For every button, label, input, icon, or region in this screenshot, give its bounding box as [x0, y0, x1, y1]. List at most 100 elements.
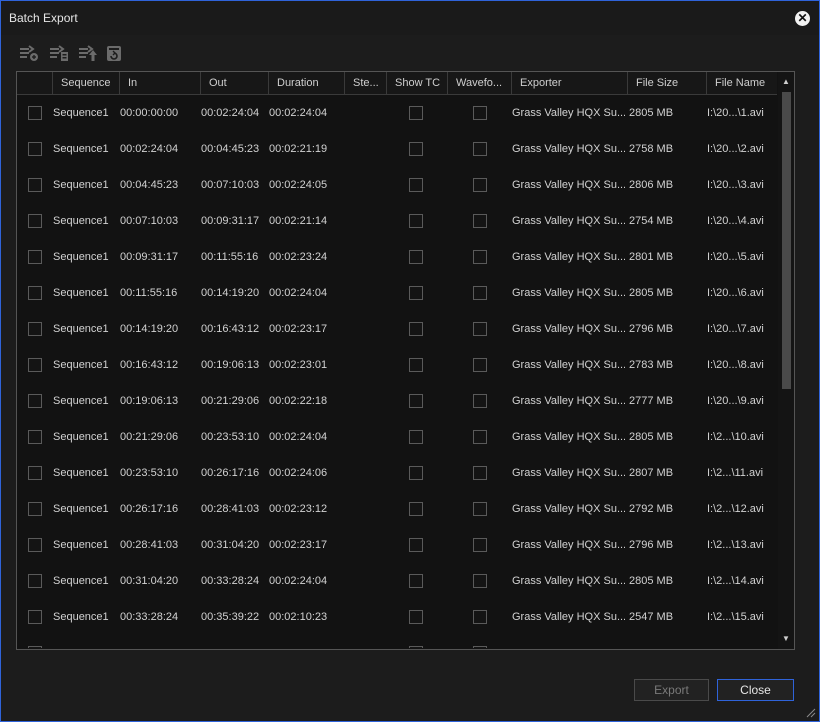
table-row[interactable] [17, 635, 777, 648]
row-select-checkbox[interactable] [28, 610, 42, 624]
row-select-checkbox[interactable] [28, 574, 42, 588]
scrollbar-thumb[interactable] [782, 92, 791, 389]
show-tc-checkbox[interactable] [409, 286, 423, 300]
table-row[interactable]: Sequence1 00:02:24:04 00:04:45:23 00:02:21:… [17, 131, 777, 167]
column-header[interactable]: File Size [627, 72, 706, 94]
out-cell: 00:04:45:23 [201, 143, 260, 155]
table-row[interactable]: Sequence1 00:23:53:10 00:26:17:16 00:02:24:… [17, 455, 777, 491]
row-select-checkbox[interactable] [28, 430, 42, 444]
row-select-checkbox[interactable] [28, 538, 42, 552]
row-select-checkbox[interactable] [28, 466, 42, 480]
show-tc-checkbox[interactable] [409, 646, 423, 648]
sequence-cell: Sequence1 [53, 143, 109, 155]
table-row[interactable]: Sequence1 00:07:10:03 00:09:31:17 00:02:21:… [17, 203, 777, 239]
export-queue-icon[interactable] [49, 44, 69, 62]
export-button[interactable]: Export [634, 679, 709, 701]
column-header[interactable]: Duration [268, 72, 344, 94]
table-row[interactable]: Sequence1 00:14:19:20 00:16:43:12 00:02:23:… [17, 311, 777, 347]
table-row[interactable]: Sequence1 00:26:17:16 00:28:41:03 00:02:23:… [17, 491, 777, 527]
table-row[interactable]: Sequence1 00:00:00:00 00:02:24:04 00:02:24:… [17, 95, 777, 131]
column-header[interactable]: Out [200, 72, 268, 94]
table-row[interactable]: Sequence1 00:33:28:24 00:35:39:22 00:02:10:… [17, 599, 777, 635]
row-select-checkbox[interactable] [28, 502, 42, 516]
waveform-checkbox[interactable] [473, 646, 487, 648]
row-select-checkbox[interactable] [28, 286, 42, 300]
table-row[interactable]: Sequence1 00:11:55:16 00:14:19:20 00:02:24:… [17, 275, 777, 311]
scroll-down-arrow-icon[interactable]: ▼ [778, 631, 794, 647]
waveform-checkbox[interactable] [473, 610, 487, 624]
show-tc-checkbox[interactable] [409, 106, 423, 120]
scroll-up-arrow-icon[interactable]: ▲ [778, 74, 794, 90]
waveform-checkbox[interactable] [473, 502, 487, 516]
close-icon[interactable]: ✕ [795, 11, 810, 26]
waveform-checkbox[interactable] [473, 358, 487, 372]
duration-cell: 00:02:24:05 [269, 179, 328, 191]
show-tc-checkbox[interactable] [409, 358, 423, 372]
batch-export-dialog: Batch Export ✕ Sequence In Out Duration … [0, 0, 820, 722]
file-name-cell: I:\20...\3.avi [707, 179, 764, 191]
resize-grip-icon[interactable] [804, 706, 816, 718]
row-select-checkbox[interactable] [28, 646, 42, 648]
row-select-checkbox[interactable] [28, 322, 42, 336]
clear-queue-icon[interactable] [105, 44, 125, 62]
row-select-checkbox[interactable] [28, 250, 42, 264]
show-tc-checkbox[interactable] [409, 466, 423, 480]
waveform-checkbox[interactable] [473, 214, 487, 228]
column-header[interactable]: In [119, 72, 200, 94]
duration-cell: 00:02:24:04 [269, 107, 328, 119]
table-row[interactable]: Sequence1 00:09:31:17 00:11:55:16 00:02:23:… [17, 239, 777, 275]
move-up-icon[interactable] [78, 44, 98, 62]
show-tc-checkbox[interactable] [409, 214, 423, 228]
row-select-checkbox[interactable] [28, 358, 42, 372]
show-tc-checkbox[interactable] [409, 610, 423, 624]
waveform-checkbox[interactable] [473, 250, 487, 264]
show-tc-checkbox[interactable] [409, 394, 423, 408]
in-cell: 00:31:04:20 [120, 575, 179, 587]
column-header[interactable]: Wavefo... [447, 72, 511, 94]
show-tc-checkbox[interactable] [409, 142, 423, 156]
duration-cell: 00:02:23:17 [269, 539, 328, 551]
row-select-checkbox[interactable] [28, 106, 42, 120]
add-queue-icon[interactable] [19, 44, 39, 62]
waveform-checkbox[interactable] [473, 286, 487, 300]
show-tc-checkbox[interactable] [409, 430, 423, 444]
show-tc-checkbox[interactable] [409, 178, 423, 192]
batch-queue-table: Sequence In Out Duration Ste... Show TC Wavefo… [16, 71, 795, 650]
table-row[interactable]: Sequence1 00:19:06:13 00:21:29:06 00:02:22:… [17, 383, 777, 419]
waveform-checkbox[interactable] [473, 538, 487, 552]
waveform-checkbox[interactable] [473, 178, 487, 192]
waveform-checkbox[interactable] [473, 394, 487, 408]
show-tc-checkbox[interactable] [409, 322, 423, 336]
waveform-checkbox[interactable] [473, 142, 487, 156]
vertical-scrollbar[interactable]: ▲ ▼ [778, 72, 794, 649]
column-header[interactable]: Exporter [511, 72, 627, 94]
show-tc-checkbox[interactable] [409, 250, 423, 264]
show-tc-checkbox[interactable] [409, 502, 423, 516]
show-tc-checkbox[interactable] [409, 538, 423, 552]
row-select-checkbox[interactable] [28, 142, 42, 156]
sequence-cell: Sequence1 [53, 611, 109, 623]
table-row[interactable]: Sequence1 00:28:41:03 00:31:04:20 00:02:23:… [17, 527, 777, 563]
show-tc-checkbox[interactable] [409, 574, 423, 588]
close-button[interactable]: Close [717, 679, 794, 701]
table-row[interactable]: Sequence1 00:21:29:06 00:23:53:10 00:02:24:… [17, 419, 777, 455]
table-row[interactable]: Sequence1 00:31:04:20 00:33:28:24 00:02:24:… [17, 563, 777, 599]
column-header[interactable]: Sequence [52, 72, 119, 94]
column-header[interactable]: File Name [706, 72, 777, 94]
waveform-checkbox[interactable] [473, 322, 487, 336]
file-name-cell: I:\2...\15.avi [707, 611, 764, 623]
waveform-checkbox[interactable] [473, 430, 487, 444]
waveform-checkbox[interactable] [473, 106, 487, 120]
file-name-cell: I:\2...\12.avi [707, 503, 764, 515]
row-select-checkbox[interactable] [28, 178, 42, 192]
row-select-checkbox[interactable] [28, 394, 42, 408]
waveform-checkbox[interactable] [473, 466, 487, 480]
table-row[interactable]: Sequence1 00:16:43:12 00:19:06:13 00:02:23:… [17, 347, 777, 383]
table-row[interactable]: Sequence1 00:04:45:23 00:07:10:03 00:02:24:… [17, 167, 777, 203]
out-cell: 00:19:06:13 [201, 359, 260, 371]
table-header: Sequence In Out Duration Ste... Show TC Wavefo… [17, 72, 777, 95]
waveform-checkbox[interactable] [473, 574, 487, 588]
column-header[interactable]: Ste... [344, 72, 386, 94]
row-select-checkbox[interactable] [28, 214, 42, 228]
column-header[interactable]: Show TC [386, 72, 447, 94]
